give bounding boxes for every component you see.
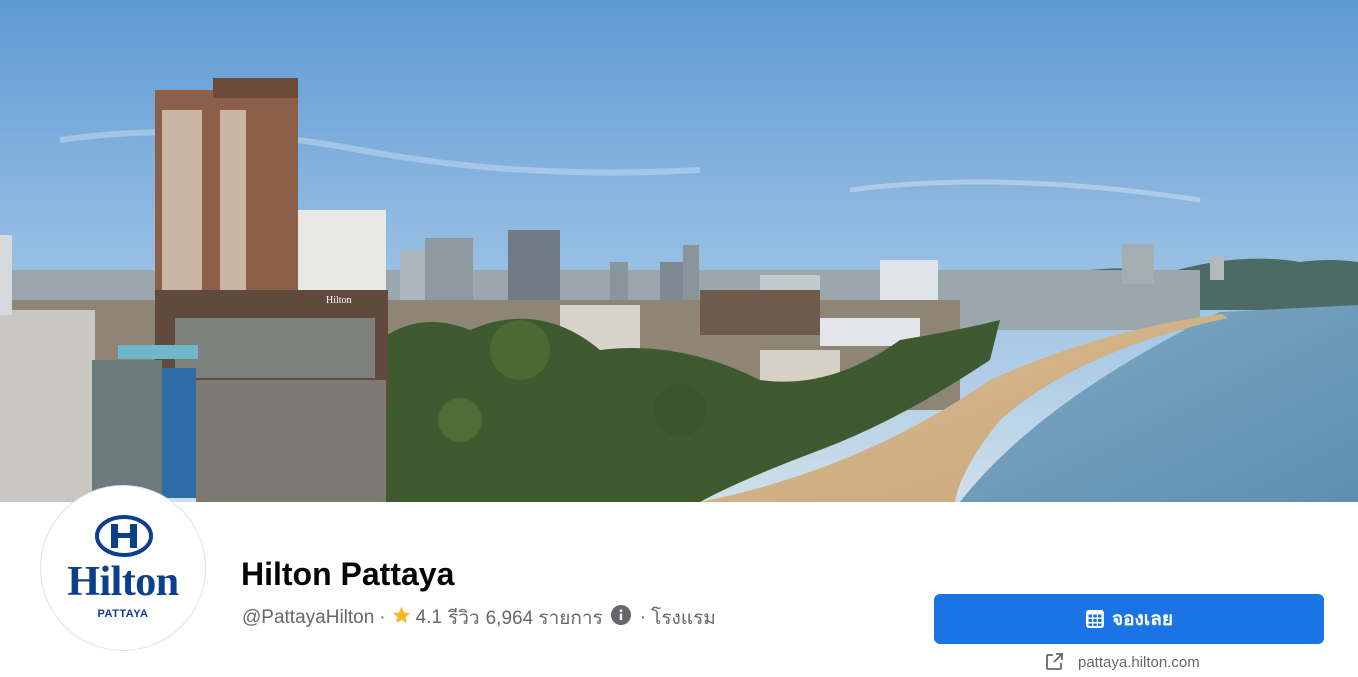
info-icon[interactable]: [610, 605, 631, 631]
star-icon: [391, 605, 412, 632]
rating-value[interactable]: 4.1: [416, 607, 442, 629]
reviews-count[interactable]: 6,964 รายการ: [486, 603, 603, 633]
website-link[interactable]: pattaya.hilton.com: [1044, 652, 1200, 672]
profile-header: Hilton PATTAYA Hilton Pattaya @PattayaHi…: [0, 485, 1358, 677]
cover-photo-illustration: Hilton: [0, 0, 1358, 502]
calendar-icon: [1085, 609, 1105, 629]
logo-location: PATTAYA: [97, 608, 149, 620]
building-sign: Hilton: [326, 295, 352, 306]
meta-separator: ·: [379, 607, 386, 628]
logo-wordmark: Hilton: [67, 559, 179, 605]
external-link-icon: [1044, 652, 1064, 672]
cover-photo[interactable]: Hilton: [0, 0, 1358, 502]
page-meta: @PattayaHilton · 4.1 รีวิว 6,964 รายการ …: [242, 603, 716, 633]
meta-separator: ·: [639, 607, 647, 628]
reviews-label[interactable]: รีวิว: [448, 603, 480, 633]
page-title: Hilton Pattaya: [241, 556, 455, 592]
website-url[interactable]: pattaya.hilton.com: [1078, 654, 1200, 671]
profile-avatar[interactable]: Hilton PATTAYA: [40, 485, 206, 651]
book-now-button[interactable]: จองเลย: [934, 594, 1324, 644]
page-category[interactable]: โรงแรม: [651, 603, 716, 633]
page-handle: @PattayaHilton: [242, 607, 375, 628]
book-now-label: จองเลย: [1111, 609, 1174, 630]
